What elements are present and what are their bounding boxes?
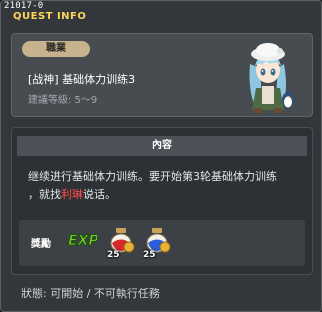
quest-name: [战神] 基础体力训练3 [28, 73, 136, 86]
description-line2-after: 说话。 [83, 188, 116, 201]
quest-description: 继续进行基础体力训练。要开始第3轮基础体力训练 ，就找利琳说话。 [28, 168, 304, 204]
content-header: 內容 [17, 136, 307, 156]
reward-label: 獎勵 [31, 239, 51, 250]
red-potion-count: 25 [107, 250, 120, 260]
exp-icon: EXP [68, 233, 98, 250]
job-badge: 職業 [22, 41, 90, 57]
quest-status: 狀態: 可開始 / 不可執行任務 [21, 287, 160, 300]
description-line1: 继续进行基础体力训练。要开始第3轮基础体力训练 [28, 170, 277, 183]
exp-label: EXP [68, 233, 97, 249]
quest-content-panel: 內容 继续进行基础体力训练。要开始第3轮基础体力训练 ，就找利琳说话。 獎勵 E… [11, 127, 313, 275]
quest-info-window: 21017-0 QUEST INFO 職業 [战神] 基础体力训练3 建議等級:… [0, 0, 322, 312]
level-requirement: 建議等級: 5～9 [28, 95, 98, 106]
quest-header-panel: 職業 [战神] 基础体力训练3 建議等級: 5～9 [11, 33, 313, 117]
npc-portrait-icon [249, 43, 294, 113]
reward-box: 獎勵 EXP 25 25 [19, 220, 305, 266]
window-title: QUEST INFO [13, 11, 87, 22]
description-line2-before: ，就找 [28, 188, 61, 201]
reward-item-red-potion[interactable]: 25 [107, 226, 135, 260]
quest-id: 21017-0 [4, 1, 44, 11]
reward-item-blue-potion[interactable]: 25 [143, 226, 171, 260]
blue-potion-count: 25 [143, 250, 156, 260]
npc-name-link[interactable]: 利琳 [61, 188, 83, 201]
